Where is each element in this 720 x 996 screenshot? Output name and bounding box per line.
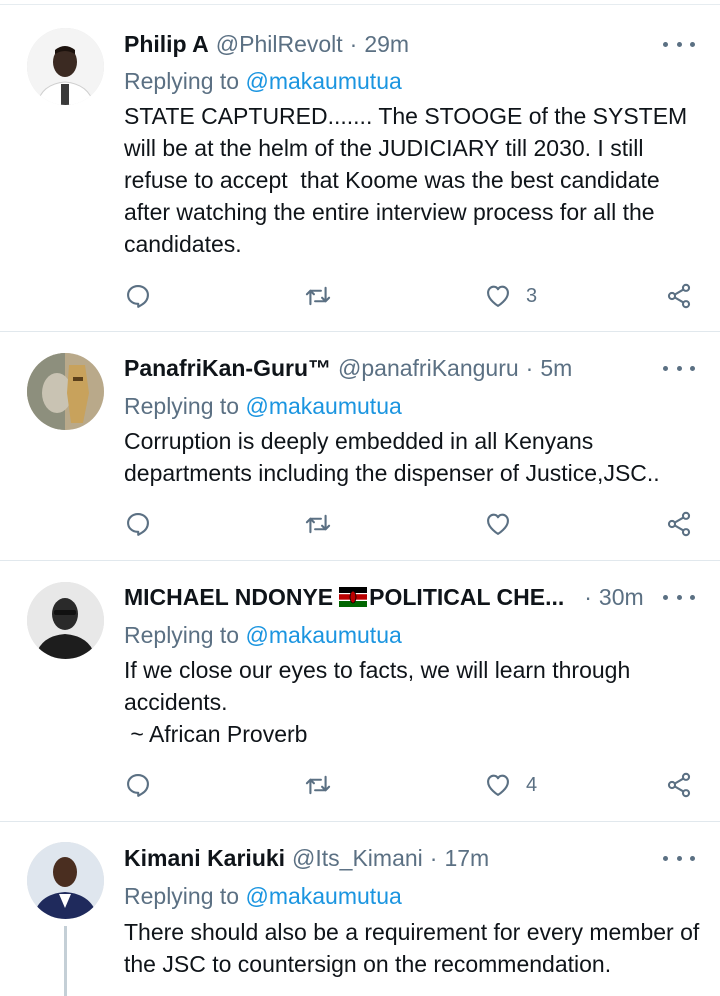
- separator-dot: ·: [429, 844, 438, 871]
- author-name-part1[interactable]: MICHAEL NDONYE: [124, 584, 333, 611]
- timestamp[interactable]: 29m: [364, 31, 409, 58]
- share-icon: [665, 282, 693, 310]
- thread-connector-line: [64, 926, 67, 996]
- author-handle[interactable]: @Its_Kimani: [292, 845, 423, 872]
- more-options-icon[interactable]: [663, 848, 695, 868]
- tweet-card[interactable]: PanafriKan-Guru™ @panafriKanguru · 5m Re…: [0, 332, 720, 561]
- retweet-button[interactable]: [304, 280, 332, 312]
- like-icon: [484, 282, 512, 310]
- replying-to: Replying to @makaumutua: [124, 622, 402, 649]
- mention-link[interactable]: @makaumutua: [245, 68, 401, 94]
- tweet-card[interactable]: Philip A @PhilRevolt · 29m Replying to @…: [0, 0, 720, 332]
- action-bar: 4: [124, 769, 704, 801]
- like-icon: [484, 771, 512, 799]
- replying-to: Replying to @makaumutua: [124, 393, 402, 420]
- tweet-header: Kimani Kariuki @Its_Kimani · 17m: [124, 843, 489, 873]
- replying-to: Replying to @makaumutua: [124, 883, 402, 910]
- replying-to-label: Replying to: [124, 68, 246, 94]
- retweet-button[interactable]: [304, 769, 332, 801]
- like-button[interactable]: 3: [484, 280, 537, 312]
- tweet-header: PanafriKan-Guru™ @panafriKanguru · 5m: [124, 353, 572, 383]
- reply-button[interactable]: [124, 508, 152, 540]
- replying-to-label: Replying to: [124, 883, 246, 909]
- mention-link[interactable]: @makaumutua: [245, 622, 401, 648]
- more-options-icon[interactable]: [663, 587, 695, 607]
- like-button[interactable]: [484, 508, 526, 540]
- retweet-icon: [304, 510, 332, 538]
- tweet-header: Philip A @PhilRevolt · 29m: [124, 29, 409, 59]
- tweet-card[interactable]: MICHAEL NDONYE POLITICAL CHE... · 30m Re…: [0, 561, 720, 822]
- timestamp[interactable]: 5m: [540, 355, 572, 382]
- like-count: 4: [526, 773, 538, 796]
- share-icon: [665, 771, 693, 799]
- tweet-card[interactable]: Kimani Kariuki @Its_Kimani · 17m Replyin…: [0, 822, 720, 996]
- reply-button[interactable]: [124, 769, 152, 801]
- avatar[interactable]: [27, 582, 104, 659]
- action-bar: 3: [124, 280, 704, 312]
- more-options-icon[interactable]: [663, 358, 695, 378]
- separator-dot: ·: [349, 30, 358, 57]
- author-handle[interactable]: @PhilRevolt: [216, 31, 343, 58]
- like-button[interactable]: 4: [484, 769, 537, 801]
- timestamp[interactable]: 30m: [599, 584, 644, 611]
- tweet-text: STATE CAPTURED....... The STOOGE of the …: [124, 103, 694, 257]
- mention-link[interactable]: @makaumutua: [245, 883, 401, 909]
- like-count: 3: [526, 284, 538, 307]
- retweet-button[interactable]: [304, 508, 332, 540]
- tweet-text: If we close our eyes to facts, we will l…: [124, 657, 631, 747]
- avatar[interactable]: [27, 842, 104, 919]
- author-name[interactable]: Philip A: [124, 31, 209, 58]
- tweet-header: MICHAEL NDONYE POLITICAL CHE... · 30m: [124, 582, 644, 612]
- timestamp[interactable]: 17m: [444, 845, 489, 872]
- like-icon: [484, 510, 512, 538]
- replying-to-label: Replying to: [124, 393, 246, 419]
- share-button[interactable]: [665, 508, 693, 540]
- kenya-flag-icon: [339, 587, 368, 607]
- share-button[interactable]: [665, 769, 693, 801]
- action-bar: [124, 508, 704, 540]
- retweet-icon: [304, 771, 332, 799]
- replying-to-label: Replying to: [124, 622, 246, 648]
- separator-dot: ·: [525, 354, 534, 381]
- author-handle[interactable]: @panafriKanguru: [338, 355, 519, 382]
- author-name[interactable]: PanafriKan-Guru™: [124, 355, 331, 382]
- share-button[interactable]: [665, 280, 693, 312]
- tweet-text: There should also be a requirement for e…: [124, 919, 706, 977]
- tweet-feed: Philip A @PhilRevolt · 29m Replying to @…: [0, 0, 720, 996]
- reply-button[interactable]: [124, 280, 152, 312]
- author-name-part2[interactable]: POLITICAL CHE...: [369, 584, 564, 611]
- reply-icon: [124, 510, 152, 538]
- separator-dot: ·: [584, 583, 592, 610]
- reply-icon: [124, 771, 152, 799]
- author-name[interactable]: Kimani Kariuki: [124, 845, 285, 872]
- replying-to: Replying to @makaumutua: [124, 68, 402, 95]
- avatar[interactable]: [27, 28, 104, 105]
- avatar[interactable]: [27, 353, 104, 430]
- more-options-icon[interactable]: [663, 34, 695, 54]
- reply-icon: [124, 282, 152, 310]
- mention-link[interactable]: @makaumutua: [245, 393, 401, 419]
- share-icon: [665, 510, 693, 538]
- retweet-icon: [304, 282, 332, 310]
- tweet-text: Corruption is deeply embedded in all Ken…: [124, 428, 660, 486]
